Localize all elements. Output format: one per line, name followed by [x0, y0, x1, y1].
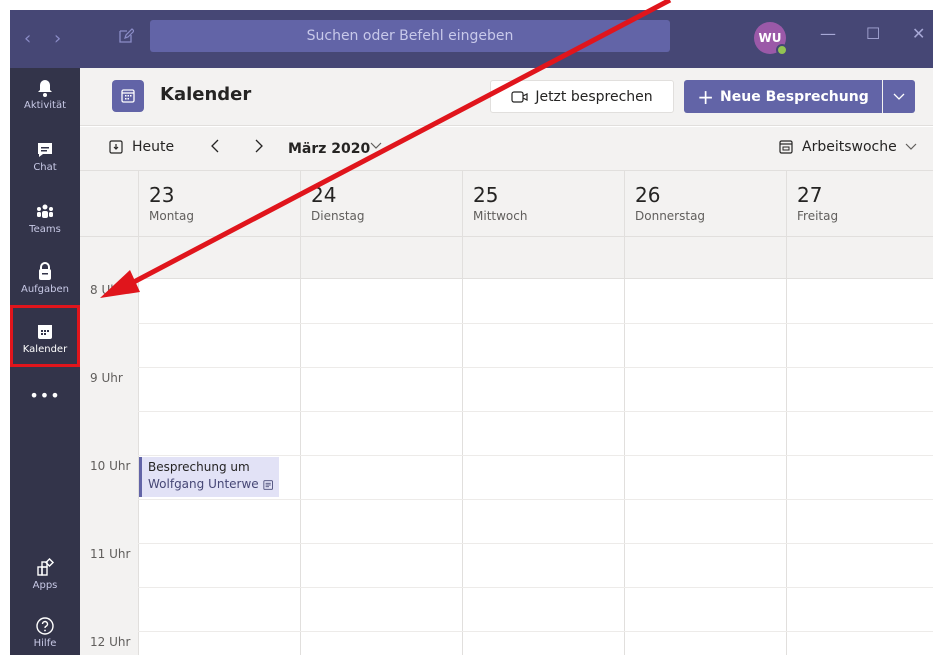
grid-line — [138, 367, 933, 368]
new-meeting-button[interactable]: + Neue Besprechung — [684, 80, 882, 113]
day-number: 26 — [635, 183, 661, 207]
today-button[interactable]: Heute — [108, 139, 174, 155]
back-arrow-icon[interactable]: ‹ — [24, 30, 31, 48]
grid-line — [786, 237, 787, 655]
rail-item-label: Hilfe — [33, 638, 57, 649]
apps-icon — [37, 558, 55, 576]
day-header-row: 23 Montag 24 Dienstag 25 Mittwoch 26 Don… — [80, 171, 933, 237]
rail-item-teams[interactable]: Teams — [10, 196, 80, 250]
rail-item-label: Aufgaben — [20, 284, 69, 295]
day-number: 23 — [149, 183, 175, 207]
view-selector[interactable]: Arbeitswoche — [778, 139, 917, 155]
grid-line — [462, 237, 463, 655]
meeting-notes-icon — [263, 479, 273, 490]
day-column-header[interactable]: 23 Montag — [138, 171, 300, 237]
compose-icon[interactable] — [118, 28, 135, 48]
teams-icon — [37, 204, 53, 218]
app-rail: Aktivität Chat Teams Aufgaben Kalender •… — [10, 68, 80, 655]
grid-line — [138, 587, 933, 588]
calendar-header: Kalender Jetzt besprechen + Neue Besprec… — [80, 68, 933, 126]
page-title: Kalender — [160, 84, 252, 105]
calendar-icon — [112, 80, 144, 112]
day-name: Dienstag — [311, 209, 365, 223]
forward-arrow-icon[interactable]: › — [54, 30, 61, 48]
hour-label: 10 Uhr — [90, 459, 131, 473]
chevron-down-icon — [893, 93, 905, 100]
today-label: Heute — [132, 139, 175, 155]
grid-line — [300, 237, 301, 655]
view-label: Arbeitswoche — [802, 139, 897, 155]
highlight-box — [10, 305, 80, 367]
rail-item-hilfe[interactable]: Hilfe — [10, 610, 80, 664]
hour-label: 11 Uhr — [90, 547, 131, 561]
rail-item-aufgaben[interactable]: Aufgaben — [10, 256, 80, 310]
calendar-today-icon — [109, 140, 123, 154]
day-number: 27 — [797, 183, 823, 207]
rail-item-apps[interactable]: Apps — [10, 552, 80, 606]
hour-label: 12 Uhr — [90, 635, 131, 649]
event-organizer-row: Wolfgang Unterwe — [148, 476, 273, 493]
event-title: Besprechung um — [148, 460, 250, 474]
rail-item-chat[interactable]: Chat — [10, 134, 80, 188]
day-name: Donnerstag — [635, 209, 706, 223]
calendar-toolbar: Heute März 2020 Arbeitswoche — [80, 127, 933, 171]
all-day-strip[interactable] — [138, 237, 933, 279]
help-icon — [36, 617, 54, 635]
day-column-header[interactable]: 24 Dienstag — [300, 171, 462, 237]
rail-item-aktivitaet[interactable]: Aktivität — [10, 72, 80, 126]
day-name: Freitag — [797, 209, 839, 223]
grid-line — [138, 455, 933, 456]
calendar-event[interactable]: Besprechung um Wolfgang Unterwe — [139, 457, 279, 497]
day-number: 25 — [473, 183, 499, 207]
chevron-down-icon[interactable] — [370, 139, 382, 153]
hour-label: 8 Uhr — [90, 283, 123, 297]
rail-item-label: Apps — [32, 580, 58, 591]
grid-line — [138, 499, 933, 500]
meet-now-label: Jetzt besprechen — [535, 88, 653, 105]
close-button[interactable]: ✕ — [912, 24, 925, 43]
hour-label: 9 Uhr — [90, 371, 123, 385]
presence-available-icon — [776, 44, 788, 56]
calendar-view-icon — [779, 140, 793, 154]
title-bar: ‹ › Suchen oder Befehl eingeben WU — ☐ ✕ — [10, 10, 933, 68]
grid-line — [624, 237, 625, 655]
grid-line — [138, 543, 933, 544]
more-apps-icon[interactable]: ••• — [10, 386, 80, 405]
meet-now-button[interactable]: Jetzt besprechen — [490, 80, 674, 113]
day-number: 24 — [311, 183, 337, 207]
chevron-down-icon — [905, 143, 917, 150]
month-picker[interactable]: März 2020 — [288, 141, 370, 157]
bag-icon — [39, 262, 51, 280]
calendar-grid[interactable]: 8 Uhr 9 Uhr 10 Uhr 11 Uhr 12 Uhr — [80, 237, 933, 655]
next-week-button[interactable] — [254, 137, 264, 158]
grid-line — [138, 323, 933, 324]
search-input[interactable]: Suchen oder Befehl eingeben — [150, 20, 670, 52]
day-name: Montag — [149, 209, 194, 223]
bell-icon — [38, 80, 52, 97]
day-name: Mittwoch — [473, 209, 528, 223]
rail-item-label: Chat — [33, 162, 57, 173]
plus-icon: + — [697, 84, 715, 109]
time-column — [80, 237, 138, 655]
rail-item-label: Aktivität — [24, 100, 66, 111]
new-meeting-label: Neue Besprechung — [720, 88, 869, 105]
event-organizer: Wolfgang Unterwe — [148, 477, 259, 491]
new-meeting-dropdown-button[interactable] — [883, 80, 915, 113]
grid-line — [138, 237, 139, 655]
minimize-button[interactable]: — — [820, 24, 836, 43]
day-column-header[interactable]: 25 Mittwoch — [462, 171, 624, 237]
maximize-button[interactable]: ☐ — [866, 24, 880, 43]
previous-week-button[interactable] — [210, 137, 220, 158]
grid-line — [138, 411, 933, 412]
grid-line — [138, 631, 933, 632]
day-column-header[interactable]: 27 Freitag — [786, 171, 933, 237]
video-camera-icon — [511, 90, 528, 103]
chat-icon — [38, 143, 52, 157]
rail-item-label: Teams — [29, 224, 61, 235]
day-column-header[interactable]: 26 Donnerstag — [624, 171, 786, 237]
